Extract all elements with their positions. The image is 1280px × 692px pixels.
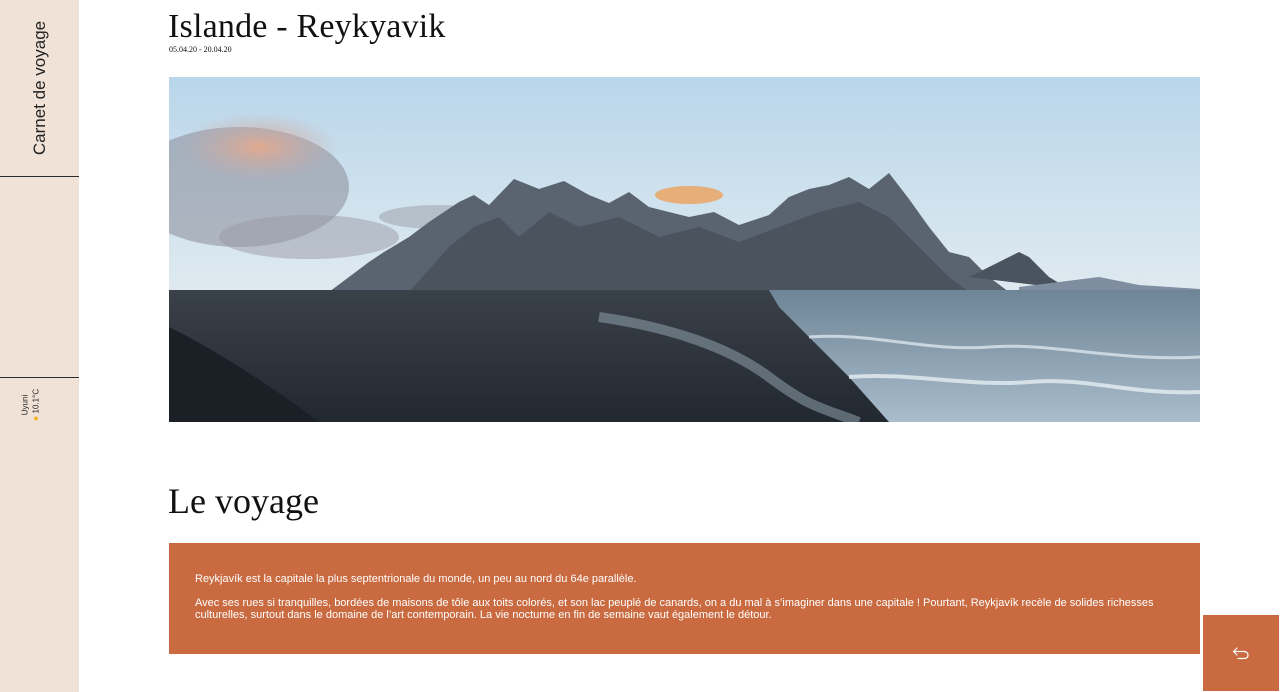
landscape-photo bbox=[169, 77, 1200, 422]
sidebar: Carnet de voyage Uyuni ● 10.1°C bbox=[0, 0, 79, 692]
weather-widget: Uyuni ● 10.1°C bbox=[21, 389, 42, 421]
weather-temperature: 10.1°C bbox=[31, 388, 41, 414]
page-title: Islande - Reykyavik bbox=[168, 8, 446, 45]
sidebar-title[interactable]: Carnet de voyage bbox=[30, 21, 50, 155]
sidebar-middle-section bbox=[0, 177, 79, 378]
description-paragraph: Avec ses rues si tranquilles, bordées de… bbox=[195, 597, 1154, 621]
section-title: Le voyage bbox=[168, 481, 319, 521]
back-button[interactable] bbox=[1203, 615, 1279, 691]
back-arrow-icon bbox=[1232, 647, 1249, 660]
sidebar-title-section: Carnet de voyage bbox=[0, 0, 79, 177]
hero-image bbox=[169, 77, 1200, 422]
sun-icon: ● bbox=[30, 415, 41, 422]
trip-description-box: Reykjavík est la capitale la plus septen… bbox=[169, 543, 1200, 654]
weather-city: Uyuni bbox=[20, 394, 30, 416]
description-paragraph: Reykjavík est la capitale la plus septen… bbox=[195, 573, 637, 585]
trip-dates: 05.04.20 - 20.04.20 bbox=[169, 45, 232, 54]
